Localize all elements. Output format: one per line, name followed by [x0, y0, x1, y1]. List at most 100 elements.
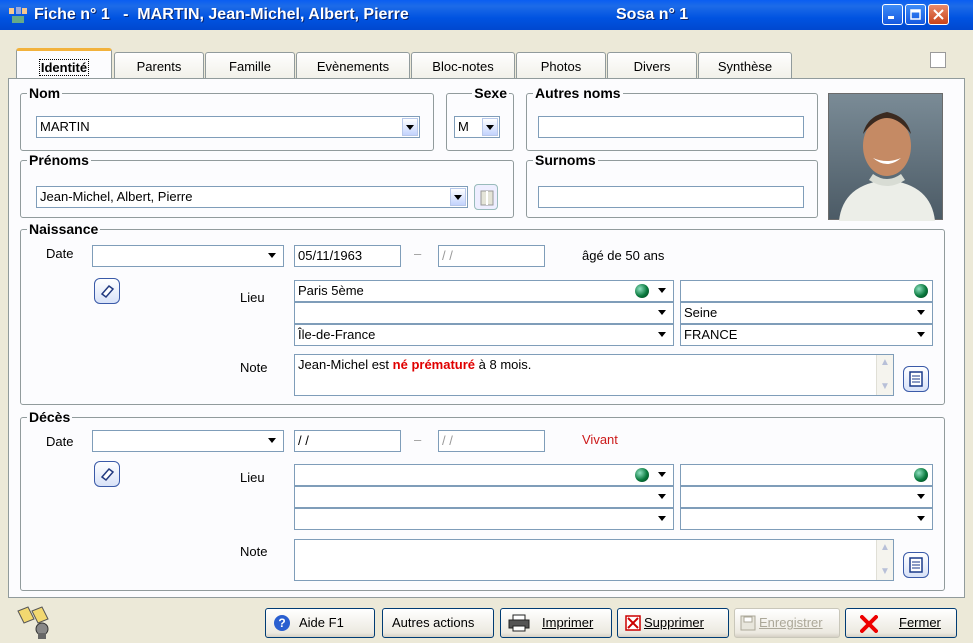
nom-legend: Nom [27, 85, 63, 101]
globe-icon[interactable] [914, 468, 928, 482]
naissance-lieu-pays[interactable]: FRANCE [680, 324, 933, 346]
chevron-down-icon[interactable] [266, 247, 280, 265]
naissance-lieu-row2[interactable] [294, 302, 674, 324]
naissance-clear-button[interactable] [94, 278, 120, 304]
minimize-button[interactable] [882, 4, 903, 25]
eraser-icon [100, 284, 115, 299]
tab-photos[interactable]: Photos [516, 52, 606, 80]
globe-icon[interactable] [635, 284, 649, 298]
chevron-down-icon[interactable] [915, 488, 929, 506]
naissance-date-sep: – [414, 246, 422, 261]
surnoms-field[interactable] [538, 186, 804, 208]
sexe-legend: Sexe [472, 85, 509, 101]
chevron-down-icon[interactable] [266, 432, 280, 450]
panel-checkbox[interactable] [930, 52, 946, 68]
chevron-down-icon[interactable] [656, 282, 670, 300]
enregistrer-button[interactable]: Enregistrer [734, 608, 840, 638]
autres-noms-field[interactable] [538, 116, 804, 138]
scroll-down-icon[interactable]: ▼ [877, 564, 893, 580]
naissance-lieu-pays-value: FRANCE [684, 327, 738, 342]
chevron-down-icon[interactable] [656, 326, 670, 344]
supprimer-button[interactable]: Supprimer [617, 608, 729, 638]
tab-bloc-notes[interactable]: Bloc-notes [411, 52, 515, 80]
scroll-up-icon[interactable]: ▲ [877, 355, 893, 371]
chevron-down-icon[interactable] [656, 304, 670, 322]
naissance-legend: Naissance [27, 221, 101, 237]
naissance-lieu-departement-value: Seine [684, 305, 718, 320]
chevron-down-icon[interactable] [482, 118, 498, 136]
deces-lieu-row2[interactable] [294, 486, 674, 508]
aide-button[interactable]: ? Aide F1 [265, 608, 375, 638]
aide-label: Aide F1 [299, 615, 344, 630]
prenoms-legend: Prénoms [27, 152, 91, 168]
printer-icon [508, 614, 530, 632]
naissance-lieu-region[interactable]: Île-de-France [294, 324, 674, 346]
deces-date-sep: – [414, 432, 422, 447]
notes-icon [909, 557, 923, 573]
chevron-down-icon[interactable] [656, 466, 670, 484]
deces-note-button[interactable] [903, 552, 929, 578]
window-title: Fiche n° 1 - MARTIN, Jean-Michel, Albert… [34, 6, 409, 23]
prenoms-field[interactable]: Jean-Michel, Albert, Pierre [36, 186, 468, 208]
naissance-date-qualifier[interactable] [92, 245, 284, 267]
deces-lieu-region[interactable] [294, 508, 674, 530]
sexe-select[interactable]: M [454, 116, 500, 138]
deces-date2-field[interactable]: / / [438, 430, 545, 452]
chevron-down-icon[interactable] [402, 118, 418, 136]
nom-field[interactable]: MARTIN [36, 116, 420, 138]
maximize-button[interactable] [905, 4, 926, 25]
chevron-down-icon[interactable] [656, 510, 670, 528]
binoculars-icon[interactable] [14, 605, 58, 641]
naissance-lieu-label: Lieu [240, 290, 265, 305]
delete-icon [625, 615, 641, 631]
globe-icon[interactable] [914, 284, 928, 298]
deces-note-scrollbar[interactable]: ▲ ▼ [876, 540, 893, 580]
scroll-up-icon[interactable]: ▲ [877, 540, 893, 556]
tab-synthese[interactable]: Synthèse [698, 52, 792, 80]
globe-icon[interactable] [635, 468, 649, 482]
scroll-down-icon[interactable]: ▼ [877, 379, 893, 395]
naissance-lieu-departement[interactable]: Seine [680, 302, 933, 324]
deces-clear-button[interactable] [94, 461, 120, 487]
naissance-lieu-right1[interactable] [680, 280, 933, 302]
fermer-button[interactable]: Fermer [845, 608, 957, 638]
chevron-down-icon[interactable] [915, 304, 929, 322]
close-icon [933, 9, 944, 20]
naissance-date2-field[interactable]: / / [438, 245, 545, 267]
supprimer-label: Supprimer [644, 615, 704, 630]
imprimer-button[interactable]: Imprimer [500, 608, 612, 638]
surnoms-legend: Surnoms [533, 152, 598, 168]
naissance-age: âgé de 50 ans [582, 248, 665, 263]
naissance-date-label: Date [46, 246, 74, 261]
chevron-down-icon[interactable] [915, 510, 929, 528]
deces-date-qualifier[interactable] [92, 430, 284, 452]
person-photo[interactable] [828, 93, 943, 221]
tab-evenements[interactable]: Evènements [296, 52, 410, 80]
notes-icon [909, 371, 923, 387]
naissance-date1-field[interactable]: 05/11/1963 [294, 245, 401, 267]
chevron-down-icon[interactable] [656, 488, 670, 506]
tab-famille[interactable]: Famille [205, 52, 295, 80]
close-window-button[interactable] [928, 4, 949, 25]
deces-lieu-ville[interactable] [294, 464, 674, 486]
deces-lieu-pays[interactable] [680, 508, 933, 530]
maximize-icon [910, 9, 921, 20]
naissance-note-field[interactable]: Jean-Michel est né prématuré à 8 mois. ▲… [294, 354, 894, 396]
naissance-note-scrollbar[interactable]: ▲ ▼ [876, 355, 893, 395]
deces-date1-field[interactable]: / / [294, 430, 401, 452]
autres-actions-button[interactable]: Autres actions [382, 608, 494, 638]
naissance-lieu-ville[interactable]: Paris 5ème [294, 280, 674, 302]
deces-lieu-departement[interactable] [680, 486, 933, 508]
tab-identite[interactable]: Identité [16, 48, 112, 80]
deces-lieu-right1[interactable] [680, 464, 933, 486]
tab-divers[interactable]: Divers [607, 52, 697, 80]
naissance-note-button[interactable] [903, 366, 929, 392]
chevron-down-icon[interactable] [915, 326, 929, 344]
chevron-down-icon[interactable] [450, 188, 466, 206]
book-icon [480, 190, 494, 206]
question-icon: ? [274, 615, 290, 631]
eraser-icon [100, 467, 115, 482]
tab-parents[interactable]: Parents [114, 52, 204, 80]
prenoms-edit-button[interactable] [474, 184, 498, 210]
deces-note-field[interactable]: ▲ ▼ [294, 539, 894, 581]
